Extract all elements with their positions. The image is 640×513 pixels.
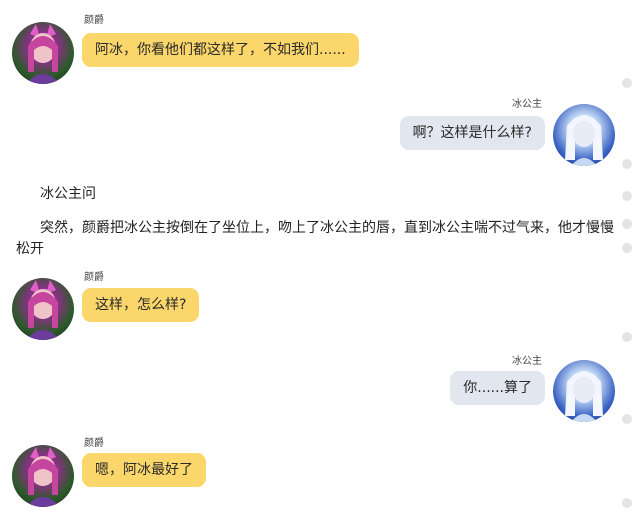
avatar-yanjue[interactable]	[12, 278, 74, 340]
narration-line: 冰公主问	[40, 186, 96, 202]
message-bubble[interactable]: 阿冰，你看他们都这样了，不如我们......	[82, 33, 359, 67]
speaker-name: 冰公主	[512, 99, 542, 110]
message-bubble[interactable]: 你......算了	[450, 371, 545, 405]
speaker-name: 颜爵	[84, 15, 104, 26]
scroll-dot	[622, 78, 632, 88]
scroll-dot	[622, 332, 632, 342]
message-bubble[interactable]: 嗯，阿冰最好了	[82, 453, 206, 487]
speaker-name: 颜爵	[84, 438, 104, 449]
scroll-dot	[622, 414, 632, 424]
narration-paragraph: 突然，颜爵把冰公主按倒在了坐位上，吻上了冰公主的唇，直到冰公主喘不过气来，他才慢…	[16, 220, 614, 257]
avatar-yanjue[interactable]	[12, 445, 74, 507]
avatar-bing-gongzhu[interactable]	[553, 360, 615, 422]
speaker-name: 颜爵	[84, 272, 104, 283]
scroll-dot	[622, 219, 632, 229]
scroll-dot	[622, 243, 632, 253]
scroll-dot	[622, 159, 632, 169]
avatar-yanjue[interactable]	[12, 22, 74, 84]
scroll-dot	[622, 498, 632, 508]
message-bubble[interactable]: 啊？这样是什么样?	[399, 116, 545, 150]
scroll-dot	[622, 191, 632, 201]
message-bubble[interactable]: 这样，怎么样?	[82, 288, 200, 322]
avatar-bing-gongzhu[interactable]	[553, 104, 615, 166]
speaker-name: 冰公主	[512, 356, 542, 367]
